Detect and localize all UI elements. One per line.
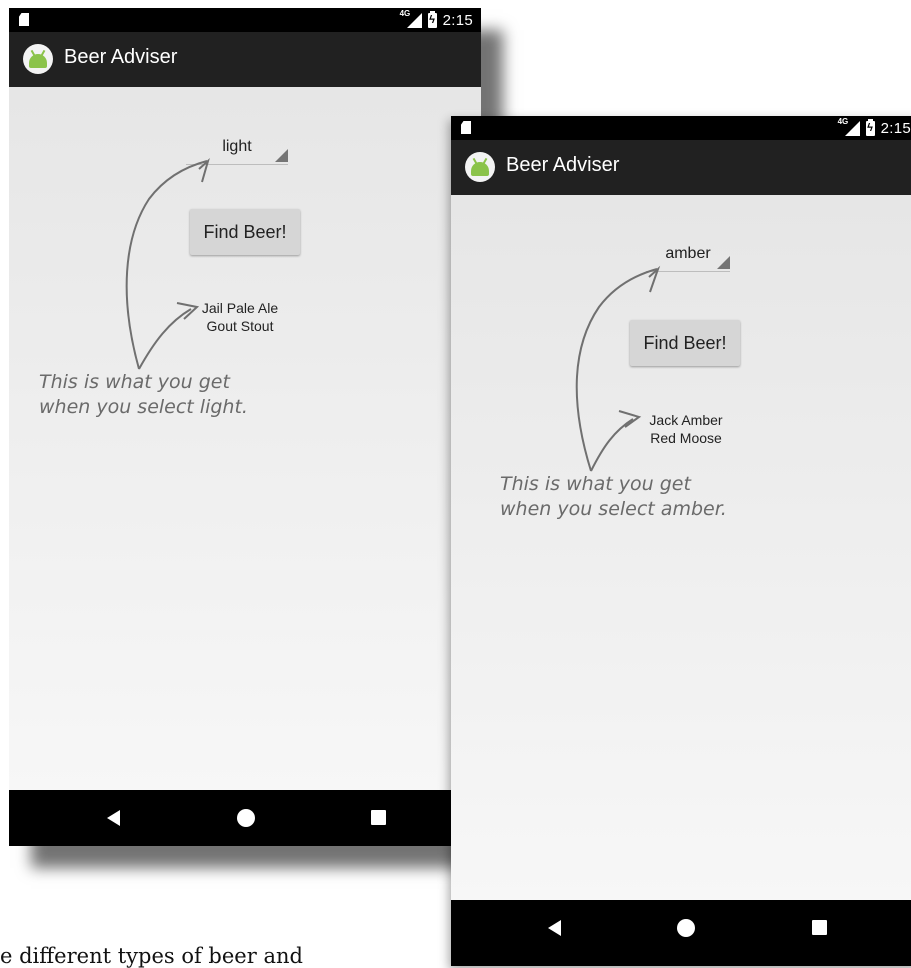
app-title: Beer Adviser [506,154,620,176]
annotation-note: This is what you get when you select amb… [500,473,727,520]
annotation-arrows [125,157,210,370]
home-icon[interactable] [237,809,255,827]
recents-icon[interactable] [371,810,386,825]
annotation-note: This is what you get when you select lig… [39,371,248,418]
battery-charging-icon [427,10,437,28]
back-icon[interactable] [107,810,120,826]
signal-4g-icon: 4G [838,117,860,137]
navigation-bar [451,900,911,956]
main-content: light Find Beer! Jail Pale Ale Gout Stou… [9,87,481,790]
signal-4g-icon: 4G [400,9,422,29]
android-app-icon [23,44,53,74]
sd-card-icon [461,121,471,134]
status-bar: 4G 2:15 [9,8,481,32]
status-time: 2:15 [880,119,911,137]
app-title: Beer Adviser [64,46,178,68]
app-bar: Beer Adviser [9,32,481,87]
status-time: 2:15 [442,11,473,29]
main-content: amber Find Beer! Jack Amber Red Moose Th… [451,195,911,900]
home-icon[interactable] [677,919,695,937]
status-bar: 4G 2:15 [451,116,911,140]
annotation-arrows [575,265,661,472]
navigation-bar [9,790,481,846]
back-icon[interactable] [548,920,561,936]
app-bar: Beer Adviser [451,140,911,195]
page-body-text: e different types of beer and [0,944,303,968]
phone-screen-amber: 4G 2:15 Beer Adviser amber Find Beer! Ja… [451,116,911,966]
phone-screen-light: 4G 2:15 Beer Adviser light Find Beer! Ja… [9,8,481,846]
battery-charging-icon [865,118,875,136]
android-app-icon [465,152,495,182]
recents-icon[interactable] [812,920,827,935]
sd-card-icon [19,13,29,26]
